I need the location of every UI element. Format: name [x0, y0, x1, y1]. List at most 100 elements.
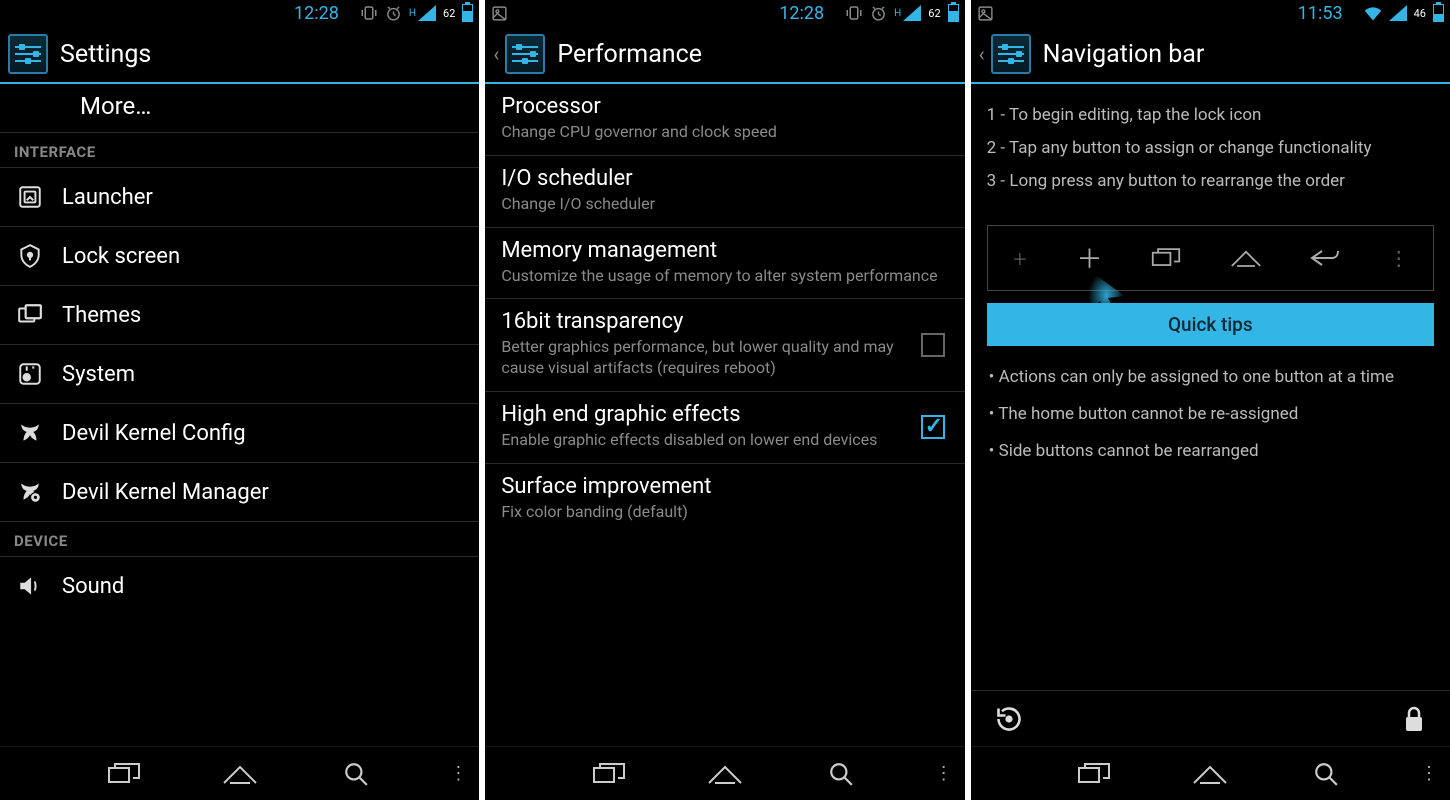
settings-list[interactable]: More… INTERFACE Launcher Lock screen The… [0, 84, 479, 746]
tip-line: • Side buttons cannot be rearranged [989, 440, 1432, 463]
signal-icon [418, 5, 436, 21]
page-title: Settings [60, 40, 151, 69]
settings-icon[interactable] [991, 34, 1031, 74]
item-label: System [62, 362, 135, 387]
status-bar: 12:28 H 62 [485, 0, 964, 26]
alarm-icon [870, 5, 887, 22]
devil-gear-icon [16, 479, 44, 505]
back-slot[interactable] [1310, 247, 1340, 269]
menu-button[interactable]: ⋮ [449, 763, 467, 784]
menu-button[interactable]: ⋮ [1420, 763, 1438, 784]
item-launcher[interactable]: Launcher [0, 168, 479, 227]
pref-memory[interactable]: Memory management Customize the usage of… [485, 228, 964, 300]
network-type-label: H [894, 8, 901, 19]
checkbox[interactable] [921, 333, 945, 357]
pref-summary: Enable graphic effects disabled on lower… [501, 430, 948, 451]
instruction-line: 2 - Tap any button to assign or change f… [987, 137, 1434, 160]
picture-icon [491, 5, 508, 22]
signal-icon [903, 5, 921, 21]
battery-icon [948, 4, 959, 22]
navbar-editor-content: 1 - To begin editing, tap the lock icon … [971, 84, 1450, 690]
vibrate-icon [360, 4, 378, 22]
system-nav-bar: ⋮ [0, 746, 479, 800]
item-label: Sound [62, 574, 124, 599]
pref-summary: Change I/O scheduler [501, 194, 948, 215]
menu-slot[interactable]: ⋮ [1389, 246, 1409, 270]
lock-button[interactable] [1402, 705, 1426, 733]
item-label: Devil Kernel Config [62, 421, 246, 446]
status-bar: 11:53 46 [971, 0, 1450, 26]
status-time: 12:28 [779, 3, 824, 24]
item-devil-manager[interactable]: Devil Kernel Manager [0, 463, 479, 522]
system-nav-bar: ⋮ [485, 746, 964, 800]
recent-apps-button[interactable] [587, 757, 631, 791]
back-caret-icon[interactable]: ‹ [979, 42, 985, 66]
launcher-icon [16, 184, 44, 210]
status-time: 11:53 [1298, 3, 1343, 24]
item-lock-screen[interactable]: Lock screen [0, 227, 479, 286]
pref-processor[interactable]: Processor Change CPU governor and clock … [485, 84, 964, 156]
home-button[interactable] [1188, 757, 1232, 791]
home-button[interactable] [703, 757, 747, 791]
item-label: Lock screen [62, 244, 180, 269]
recent-apps-button[interactable] [1072, 757, 1116, 791]
wifi-icon [1364, 5, 1382, 21]
search-button[interactable] [819, 757, 863, 791]
category-interface: INTERFACE [0, 133, 479, 168]
network-type-label: H [409, 8, 416, 19]
lock-icon [16, 243, 44, 269]
phone-settings: 12:28 H 62 Settings More… INTERFACE [0, 0, 479, 800]
themes-icon [16, 302, 44, 328]
pref-16bit[interactable]: 16bit transparency Better graphics perfo… [485, 299, 964, 392]
battery-icon [1433, 4, 1444, 22]
signal-icon [1389, 5, 1407, 21]
pointer-icon [1080, 266, 1140, 326]
more-item[interactable]: More… [0, 84, 479, 133]
checkbox[interactable] [921, 415, 945, 439]
alarm-icon [385, 5, 402, 22]
instruction-line: 1 - To begin editing, tap the lock icon [987, 104, 1434, 127]
pref-summary: Change CPU governor and clock speed [501, 122, 948, 143]
pref-title: High end graphic effects [501, 402, 948, 427]
item-label: Launcher [62, 185, 153, 210]
add-slot-small[interactable]: ＋ [1012, 246, 1028, 270]
tip-line: • The home button cannot be re-assigned [989, 403, 1432, 426]
battery-text: 62 [928, 7, 940, 20]
instructions: 1 - To begin editing, tap the lock icon … [971, 84, 1450, 213]
pref-title: Memory management [501, 238, 948, 263]
pref-high-end-gfx[interactable]: High end graphic effects Enable graphic … [485, 392, 964, 464]
battery-text: 46 [1414, 7, 1426, 20]
item-label: Themes [62, 303, 141, 328]
home-button[interactable] [218, 757, 262, 791]
pref-io-scheduler[interactable]: I/O scheduler Change I/O scheduler [485, 156, 964, 228]
pref-surface[interactable]: Surface improvement Fix color banding (d… [485, 464, 964, 535]
pref-title: Surface improvement [501, 474, 948, 499]
item-sound[interactable]: Sound [0, 557, 479, 615]
action-bar: ‹ Performance [485, 26, 964, 84]
pref-title: Processor [501, 94, 948, 119]
tips-bullets: • Actions can only be assigned to one bu… [971, 346, 1450, 483]
search-button[interactable] [334, 757, 378, 791]
back-caret-icon[interactable]: ‹ [493, 42, 499, 66]
performance-list[interactable]: Processor Change CPU governor and clock … [485, 84, 964, 746]
vibrate-icon [845, 4, 863, 22]
settings-icon[interactable] [505, 34, 545, 74]
item-system[interactable]: System [0, 345, 479, 404]
recent-slot[interactable] [1151, 247, 1181, 269]
pref-title: 16bit transparency [501, 309, 948, 334]
category-device: DEVICE [0, 522, 479, 557]
recent-apps-button[interactable] [102, 757, 146, 791]
page-title: Navigation bar [1043, 40, 1205, 69]
sound-icon [16, 573, 44, 599]
item-devil-config[interactable]: Devil Kernel Config [0, 404, 479, 463]
item-label: Devil Kernel Manager [62, 480, 269, 505]
menu-button[interactable]: ⋮ [935, 763, 953, 784]
item-themes[interactable]: Themes [0, 286, 479, 345]
search-button[interactable] [1304, 757, 1348, 791]
reset-button[interactable] [995, 705, 1023, 733]
home-slot[interactable] [1230, 248, 1262, 268]
navbar-preview[interactable]: ＋ ＋ ⋮ [987, 225, 1434, 291]
phone-performance: 12:28 H 62 ‹ Performance Processor Chang… [485, 0, 964, 800]
pref-summary: Customize the usage of memory to alter s… [501, 266, 948, 287]
status-bar: 12:28 H 62 [0, 0, 479, 26]
